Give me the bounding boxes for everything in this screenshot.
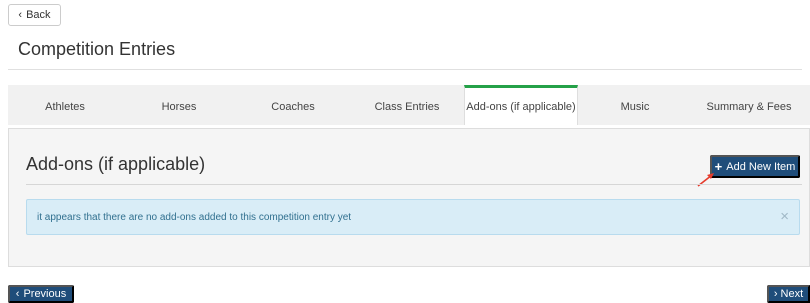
next-button[interactable]: › Next	[767, 285, 810, 303]
add-new-item-label: Add New Item	[726, 160, 796, 173]
chevron-left-icon: ‹	[15, 288, 20, 300]
alert-message: it appears that there are no add-ons add…	[37, 211, 352, 223]
back-button-label: Back	[26, 9, 51, 21]
tab-class-entries[interactable]: Class Entries	[350, 85, 464, 125]
tab-music[interactable]: Music	[578, 85, 692, 125]
section-title: Add-ons (if applicable)	[26, 154, 206, 174]
empty-state-alert: it appears that there are no add-ons add…	[26, 199, 800, 235]
entry-tabs: Athletes Horses Coaches Class Entries Ad…	[8, 85, 810, 125]
page-title: Competition Entries	[18, 39, 176, 59]
close-icon[interactable]: ×	[780, 209, 789, 224]
tab-horses[interactable]: Horses	[122, 85, 236, 125]
title-divider	[8, 69, 802, 70]
back-button[interactable]: ‹ Back	[8, 4, 61, 26]
previous-button[interactable]: ‹ Previous	[8, 285, 74, 303]
annotation-arrow-icon	[697, 173, 714, 187]
tab-summary-fees[interactable]: Summary & Fees	[692, 85, 806, 125]
tab-athletes[interactable]: Athletes	[8, 85, 122, 125]
add-new-item-button[interactable]: + Add New Item	[710, 155, 800, 178]
previous-button-label: Previous	[23, 288, 67, 300]
section-divider	[26, 184, 802, 185]
next-button-label: Next	[780, 288, 804, 300]
tab-add-ons[interactable]: Add-ons (if applicable)	[464, 85, 578, 125]
chevron-left-icon: ‹	[18, 9, 23, 21]
add-ons-panel	[8, 128, 810, 267]
chevron-right-icon: ›	[773, 288, 778, 300]
tab-coaches[interactable]: Coaches	[236, 85, 350, 125]
